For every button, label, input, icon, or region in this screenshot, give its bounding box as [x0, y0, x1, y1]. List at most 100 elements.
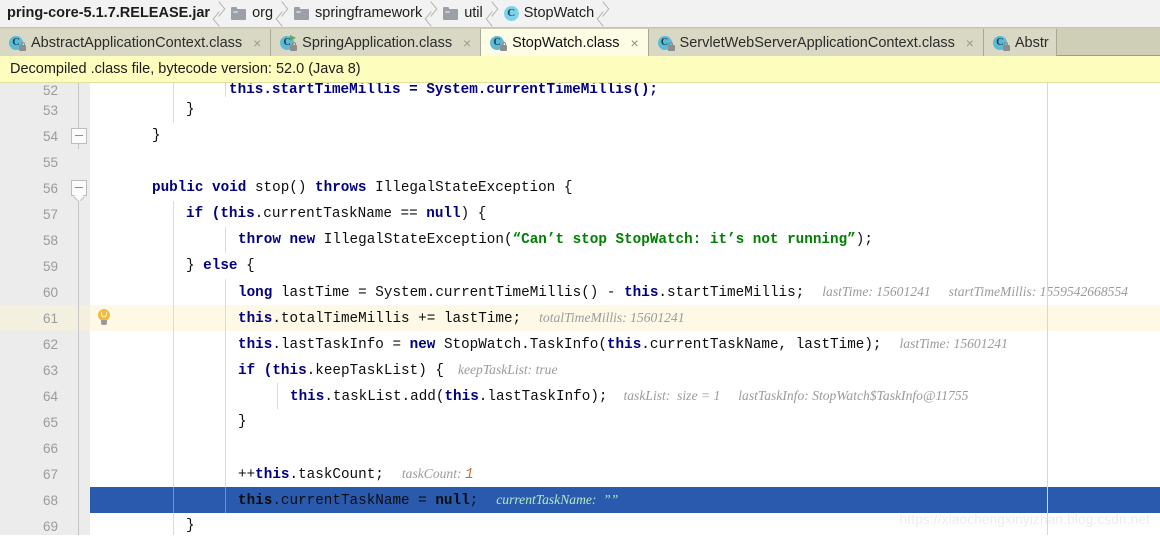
- code-content[interactable]: this.taskList.add(this.lastTaskInfo); tas…: [118, 383, 1160, 409]
- code-content[interactable]: this.startTimeMillis = System.currentTim…: [118, 83, 1160, 97]
- breadcrumb-item-jar[interactable]: pring-core-5.1.7.RELEASE.jar: [2, 0, 213, 27]
- fold-column[interactable]: [68, 253, 90, 279]
- marker-column[interactable]: [90, 149, 118, 175]
- breadcrumb-item-label: org: [252, 5, 274, 21]
- line-number: 68: [0, 487, 68, 513]
- marker-column[interactable]: [90, 331, 118, 357]
- code-content[interactable]: }: [118, 409, 1160, 435]
- breadcrumb-item-label: pring-core-5.1.7.RELEASE.jar: [7, 5, 211, 21]
- fold-column[interactable]: [68, 227, 90, 253]
- code-line-selected[interactable]: 68 this.currentTaskName = null; currentTa…: [0, 487, 1160, 513]
- code-line[interactable]: 58 throw new IllegalStateException(“Can’…: [0, 227, 1160, 253]
- code-content[interactable]: [118, 149, 1160, 175]
- marker-column[interactable]: [90, 383, 118, 409]
- code-content[interactable]: this.totalTimeMillis += lastTime; totalTi…: [118, 305, 1160, 331]
- marker-column[interactable]: [90, 487, 118, 513]
- fold-column[interactable]: [68, 513, 90, 535]
- code-line[interactable]: 65 }: [0, 409, 1160, 435]
- tab-close-icon[interactable]: ×: [461, 36, 473, 50]
- breadcrumb-item-stopwatch[interactable]: C StopWatch: [499, 0, 597, 27]
- code-line[interactable]: 61 this.totalTimeMillis += lastTime; tota…: [0, 305, 1160, 331]
- fold-column[interactable]: [68, 409, 90, 435]
- code-line[interactable]: 60 long lastTime = System.currentTimeMil…: [0, 279, 1160, 305]
- tab-abstr-truncated[interactable]: C Abstr: [983, 29, 1057, 56]
- breadcrumb-item-org[interactable]: org: [226, 0, 276, 27]
- code-line[interactable]: 63 if (this.keepTaskList) {keepTaskList:…: [0, 357, 1160, 383]
- code-line[interactable]: 57 if (this.currentTaskName == null) {: [0, 201, 1160, 227]
- fold-column[interactable]: [68, 383, 90, 409]
- code-content[interactable]: if (this.currentTaskName == null) {: [118, 201, 1160, 227]
- tab-stopwatch[interactable]: C StopWatch.class ×: [481, 29, 649, 56]
- marker-column[interactable]: [90, 305, 118, 331]
- marker-column[interactable]: [90, 123, 118, 149]
- code-content[interactable]: [118, 435, 1160, 461]
- marker-column[interactable]: [90, 435, 118, 461]
- code-content[interactable]: ++this.taskCount; taskCount: 1: [118, 461, 1160, 487]
- code-line[interactable]: 64 this.taskList.add(this.lastTaskInfo);…: [0, 383, 1160, 409]
- fold-column[interactable]: [68, 305, 90, 331]
- breadcrumb-item-util[interactable]: util: [438, 0, 486, 27]
- marker-column[interactable]: [90, 201, 118, 227]
- fold-column[interactable]: [68, 149, 90, 175]
- code-content[interactable]: long lastTime = System.currentTimeMillis…: [118, 279, 1160, 305]
- fold-column[interactable]: [68, 175, 90, 201]
- code-token: this: [238, 310, 273, 327]
- breadcrumb-item-springframework[interactable]: springframework: [289, 0, 425, 27]
- fold-column[interactable]: [68, 123, 90, 149]
- code-line[interactable]: 53 }: [0, 97, 1160, 123]
- tab-servletwebserverapplicationcontext[interactable]: C ServletWebServerApplicationContext.cla…: [648, 29, 984, 56]
- fold-column[interactable]: [68, 461, 90, 487]
- marker-column[interactable]: [90, 253, 118, 279]
- code-line[interactable]: 62 this.lastTaskInfo = new StopWatch.Tas…: [0, 331, 1160, 357]
- code-editor[interactable]: 52 this.startTimeMillis = System.current…: [0, 83, 1160, 535]
- fold-column[interactable]: [68, 487, 90, 513]
- code-line[interactable]: 59 } else {: [0, 253, 1160, 279]
- fold-column[interactable]: [68, 435, 90, 461]
- code-content[interactable]: }: [118, 513, 1160, 535]
- code-line[interactable]: 56 public void stop() throws IllegalStat…: [0, 175, 1160, 201]
- line-number: 56: [0, 175, 68, 201]
- fold-column[interactable]: [68, 331, 90, 357]
- marker-column[interactable]: [90, 461, 118, 487]
- fold-column[interactable]: [68, 83, 90, 97]
- tab-abstractapplicationcontext[interactable]: C AbstractApplicationContext.class ×: [0, 29, 272, 56]
- code-line[interactable]: 52 this.startTimeMillis = System.current…: [0, 83, 1160, 97]
- marker-column[interactable]: [90, 409, 118, 435]
- fold-column[interactable]: [68, 97, 90, 123]
- code-line[interactable]: 67 ++this.taskCount; taskCount: 1: [0, 461, 1160, 487]
- code-content[interactable]: this.lastTaskInfo = new StopWatch.TaskIn…: [118, 331, 1160, 357]
- fold-collapse-icon[interactable]: [71, 128, 87, 144]
- fold-column[interactable]: [68, 279, 90, 305]
- code-line[interactable]: 66: [0, 435, 1160, 461]
- intention-bulb-icon[interactable]: [96, 309, 112, 327]
- marker-column[interactable]: [90, 357, 118, 383]
- code-content[interactable]: throw new IllegalStateException(“Can’t s…: [118, 227, 1160, 253]
- code-content[interactable]: this.currentTaskName = null; currentTaskN…: [118, 487, 1160, 513]
- code-content[interactable]: public void stop() throws IllegalStateEx…: [118, 175, 1160, 201]
- marker-column[interactable]: [90, 175, 118, 201]
- code-content[interactable]: }: [118, 97, 1160, 123]
- marker-column[interactable]: [90, 83, 118, 97]
- marker-column[interactable]: [90, 279, 118, 305]
- tab-close-icon[interactable]: ×: [964, 36, 976, 50]
- code-scroll-area[interactable]: 52 this.startTimeMillis = System.current…: [0, 83, 1160, 535]
- code-line[interactable]: 69 }: [0, 513, 1160, 535]
- fold-column[interactable]: [68, 357, 90, 383]
- marker-column[interactable]: [90, 97, 118, 123]
- breadcrumb: pring-core-5.1.7.RELEASE.jar org springf…: [0, 0, 1160, 28]
- code-line[interactable]: 54 }: [0, 123, 1160, 149]
- line-number: 67: [0, 461, 68, 487]
- fold-column[interactable]: [68, 201, 90, 227]
- tab-close-icon[interactable]: ×: [251, 36, 263, 50]
- marker-column[interactable]: [90, 227, 118, 253]
- code-content[interactable]: }: [118, 123, 1160, 149]
- code-content[interactable]: } else {: [118, 253, 1160, 279]
- code-content[interactable]: if (this.keepTaskList) {keepTaskList: tr…: [118, 357, 1160, 383]
- fold-expand-icon[interactable]: [71, 180, 87, 196]
- code-token: }: [238, 414, 247, 430]
- line-number: 63: [0, 357, 68, 383]
- tab-close-icon[interactable]: ×: [629, 36, 641, 50]
- code-line[interactable]: 55: [0, 149, 1160, 175]
- marker-column[interactable]: [90, 513, 118, 535]
- tab-springapplication[interactable]: C SpringApplication.class ×: [271, 29, 482, 56]
